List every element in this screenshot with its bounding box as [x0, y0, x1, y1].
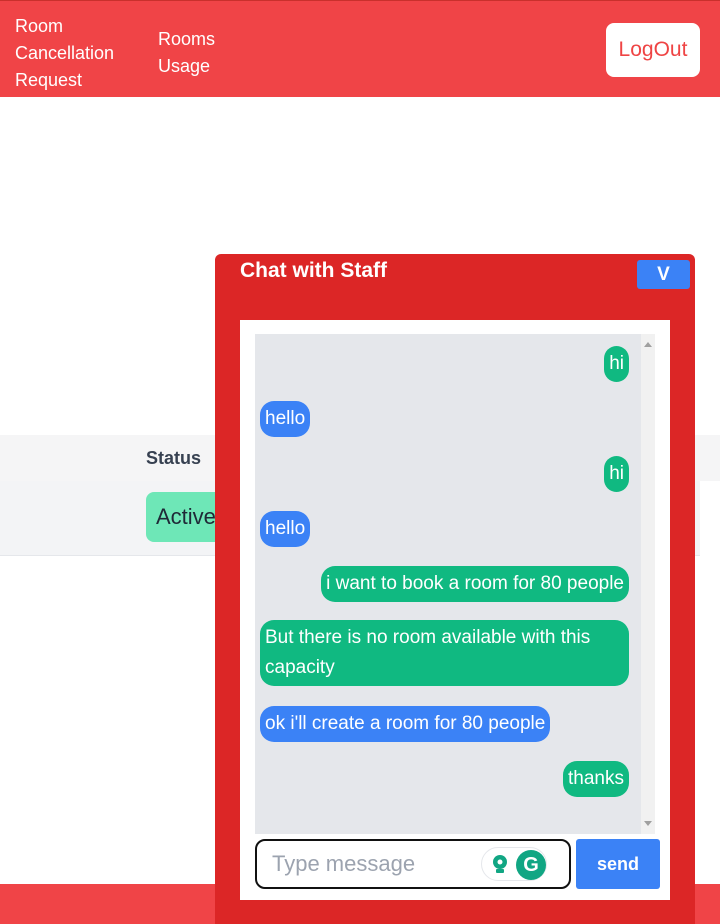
message-received: hello — [260, 401, 311, 437]
chat-widget: Chat with Staff V hi hello hi hello i wa… — [215, 254, 695, 924]
message-received: ok i'll create a room for 80 people — [260, 706, 551, 742]
nav-link-room-cancellation-request[interactable]: Room Cancellation Request — [15, 13, 135, 94]
status-column-header: Status — [146, 448, 202, 468]
message-received: hello — [260, 511, 311, 547]
send-button[interactable]: send — [576, 839, 660, 889]
message-input-row: G send — [255, 839, 660, 889]
message-sent: But there is no room available with this… — [260, 620, 629, 686]
collapse-chat-button[interactable]: V — [637, 260, 690, 289]
message-scrollbar[interactable] — [641, 334, 655, 834]
message-list[interactable]: hi hello hi hello i want to book a room … — [255, 334, 655, 834]
grammarly-widget[interactable]: G — [481, 847, 547, 881]
page: Room Cancellation Request Rooms Usage Lo… — [0, 0, 720, 924]
chat-body: hi hello hi hello i want to book a room … — [240, 320, 670, 900]
chat-title: Chat with Staff — [240, 259, 387, 282]
message-sent: hi — [604, 346, 629, 382]
message-sent: thanks — [563, 761, 629, 797]
message-sent: i want to book a room for 80 people — [321, 566, 629, 602]
nav-link-rooms-usage[interactable]: Rooms Usage — [158, 26, 238, 80]
lightbulb-icon — [493, 855, 507, 873]
scroll-up-arrow-icon[interactable] — [644, 342, 652, 347]
grammarly-g-icon: G — [516, 850, 546, 880]
top-navbar: Room Cancellation Request Rooms Usage Lo… — [0, 0, 720, 97]
logout-button[interactable]: LogOut — [606, 23, 700, 77]
scroll-down-arrow-icon[interactable] — [644, 821, 652, 826]
message-sent: hi — [604, 456, 629, 492]
